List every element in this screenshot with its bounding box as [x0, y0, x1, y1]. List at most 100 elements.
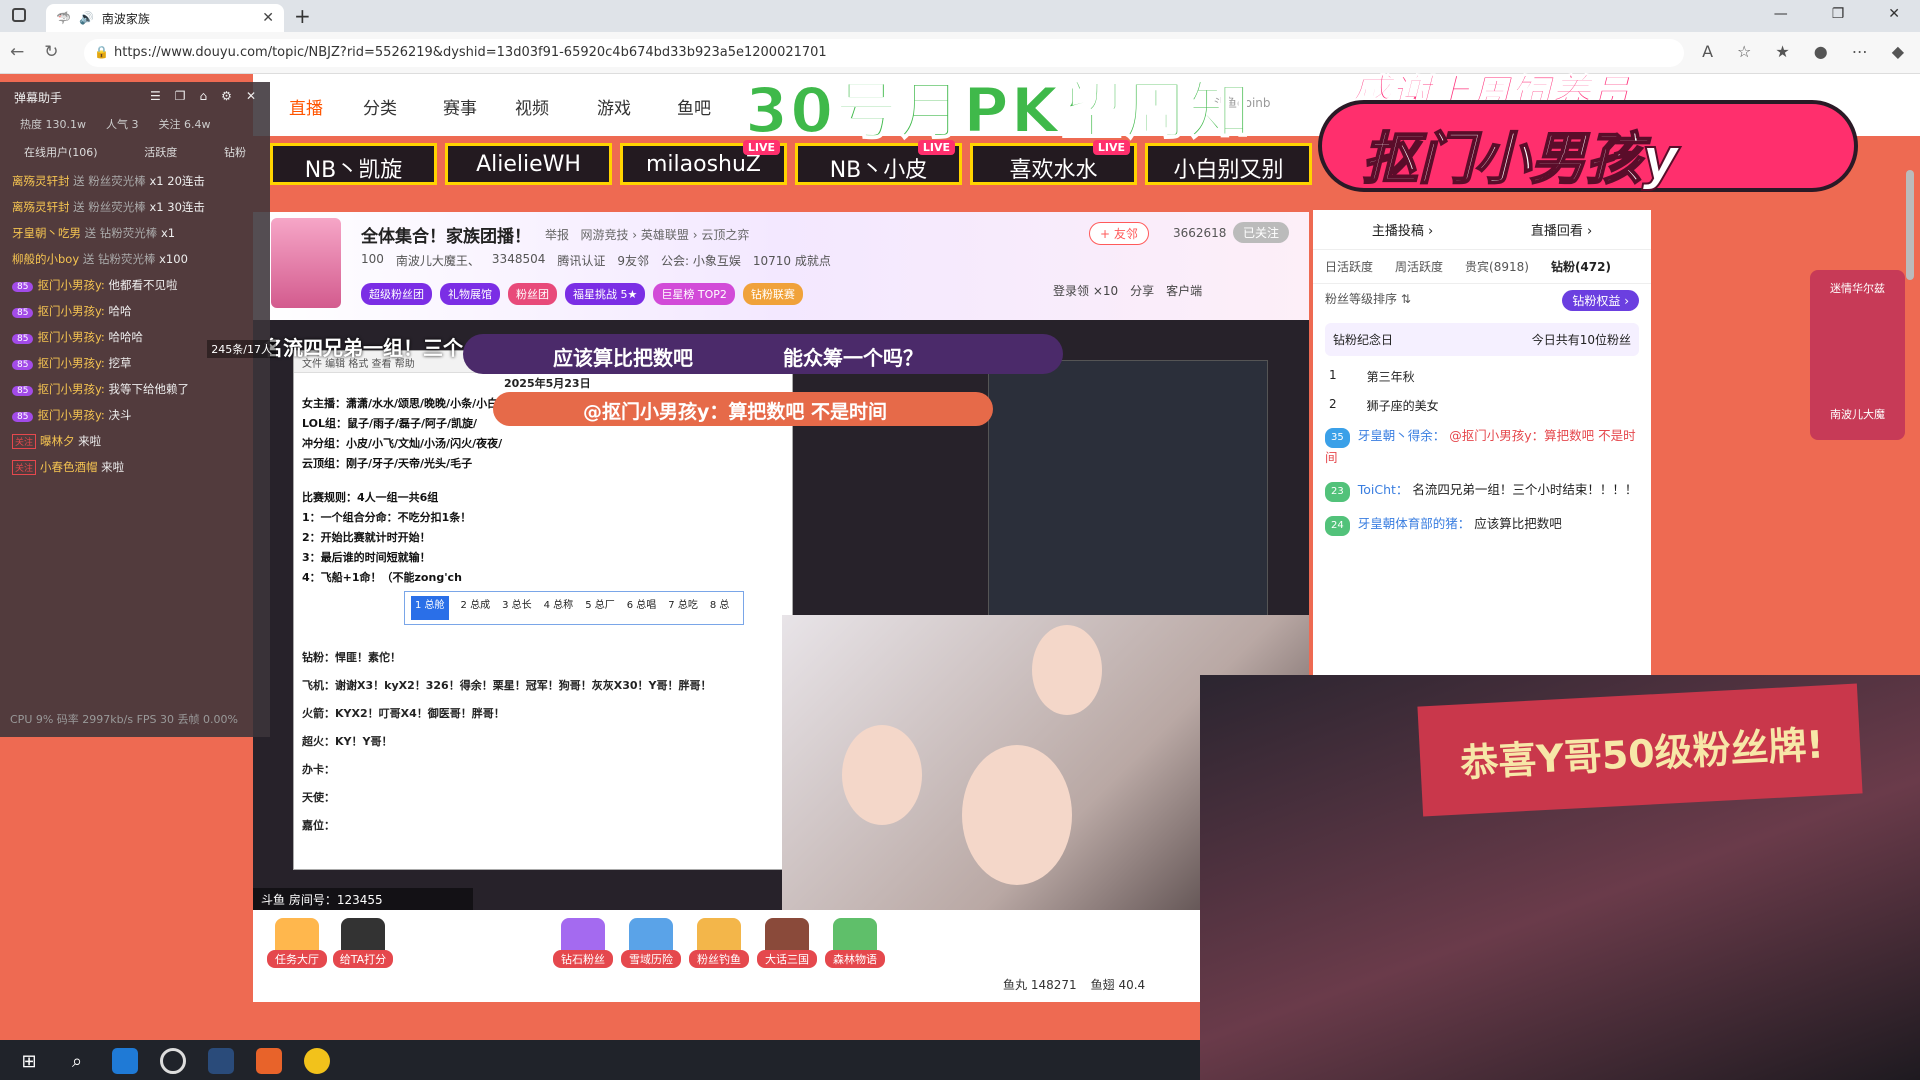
- streamer-tab[interactable]: 喜欢水水 LIVE: [970, 140, 1137, 185]
- followed-button[interactable]: 已关注: [1233, 222, 1290, 243]
- anchor-submission-tab[interactable]: 主播投稿 ›: [1372, 220, 1433, 239]
- workspaces-icon[interactable]: [12, 8, 26, 22]
- nav-video[interactable]: 视频: [515, 94, 549, 119]
- achievement-points[interactable]: 10710 成就点: [753, 252, 831, 269]
- nav-game[interactable]: 游戏: [597, 94, 631, 119]
- diamond-league-badge[interactable]: 钻粉联赛: [742, 283, 803, 305]
- chat-content: 哈哈哈: [108, 330, 143, 344]
- favorites-icon[interactable]: ★: [1775, 42, 1789, 61]
- user-level: 35: [1325, 428, 1350, 448]
- doc-date: 2025年5月23日: [504, 377, 591, 390]
- nav-category[interactable]: 分类: [363, 94, 397, 119]
- lock-icon[interactable]: ⌂: [200, 89, 208, 105]
- guest-face: [1032, 625, 1102, 715]
- side-event-badge[interactable]: 迷情华尔兹 南波儿大魔: [1810, 270, 1905, 440]
- sort-row: 粉丝等级排序 ⇅ 钻粉权益 ›: [1313, 284, 1651, 317]
- video-player[interactable]: 文件 编辑 格式 查看 帮助 2025年5月23日 女主播：潇潇/水水/颂思/晚…: [253, 320, 1309, 910]
- chat-line: 85 抠门小男孩y: 他都看不见啦: [0, 272, 270, 298]
- tab-online-users[interactable]: 在线用户(106): [24, 144, 98, 160]
- share-button[interactable]: 分享: [1130, 282, 1154, 299]
- restore-button[interactable]: ❐: [1832, 6, 1845, 22]
- chat-nick[interactable]: 牙皇朝体育部的猪：: [1358, 516, 1471, 531]
- close-icon[interactable]: ✕: [246, 89, 256, 105]
- streamer-tab[interactable]: NB丶凯旋: [270, 143, 437, 185]
- report-link[interactable]: 举报: [545, 228, 569, 242]
- chrome-icon[interactable]: [304, 1048, 330, 1074]
- ime-candidate: 1 总舱: [411, 596, 449, 620]
- nav-live[interactable]: 直播: [289, 94, 323, 119]
- windows-icon[interactable]: ⊞: [16, 1048, 42, 1074]
- search-icon[interactable]: ⌕: [64, 1048, 90, 1074]
- minimize-button[interactable]: —: [1774, 6, 1788, 22]
- task-hall-button[interactable]: 任务大厅: [267, 918, 327, 968]
- rank-row[interactable]: 1 第三年秋: [1313, 362, 1651, 391]
- gift-item[interactable]: 粉丝钓鱼: [689, 918, 749, 968]
- chat-content: 挖草: [108, 356, 132, 370]
- more-icon[interactable]: ⋯: [1852, 42, 1868, 61]
- guest-face: [842, 725, 922, 825]
- new-tab-button[interactable]: +: [294, 4, 311, 28]
- add-friend-button[interactable]: + 友邻: [1089, 222, 1149, 245]
- rank-row[interactable]: 2 狮子座的美女: [1313, 391, 1651, 420]
- nav-yuba[interactable]: 鱼吧: [677, 94, 711, 119]
- doc-reward: 天使：: [302, 791, 335, 804]
- favorite-star-icon[interactable]: ☆: [1737, 42, 1751, 61]
- speaker-icon[interactable]: 🔊: [79, 11, 94, 25]
- gift-item[interactable]: 森林物语: [825, 918, 885, 968]
- gift-item[interactable]: 雪域历险: [621, 918, 681, 968]
- tab-daily[interactable]: 日活跃度: [1325, 258, 1373, 275]
- replay-tab[interactable]: 直播回看 ›: [1531, 220, 1592, 239]
- profile-icon[interactable]: ●: [1814, 42, 1828, 61]
- obs-icon[interactable]: [160, 1048, 186, 1074]
- rate-button[interactable]: 给TA打分: [333, 918, 393, 968]
- browser-tab[interactable]: 🦈 🔊 南波家族 ✕: [46, 4, 284, 32]
- edge-icon[interactable]: [112, 1048, 138, 1074]
- star-rank-badge[interactable]: 巨星榜 TOP2: [653, 283, 735, 305]
- lucky-star-badge[interactable]: 福星挑战 5★: [565, 283, 646, 305]
- filter-icon[interactable]: ☰: [150, 89, 161, 105]
- streamer-tab[interactable]: 小白别又别: [1145, 143, 1312, 185]
- gift-gallery-badge[interactable]: 礼物展馆: [440, 283, 500, 305]
- sort-toggle[interactable]: 粉丝等级排序 ⇅: [1325, 290, 1411, 311]
- guild-name[interactable]: 公会: 小象互娱: [661, 252, 741, 269]
- browser-toolbar-icons: A ☆ ★ ● ⋯ ◆: [1702, 42, 1904, 61]
- chat-user: 抠门小男孩y:: [37, 356, 105, 370]
- refresh-icon[interactable]: ↻: [44, 42, 58, 62]
- nav-events[interactable]: 赛事: [443, 94, 477, 119]
- friends-count[interactable]: 9友邻: [617, 252, 649, 269]
- douyu-icon[interactable]: [256, 1048, 282, 1074]
- streamer-tab[interactable]: NB丶小皮 LIVE: [795, 140, 962, 185]
- tab-close-icon[interactable]: ✕: [262, 10, 274, 26]
- close-window-button[interactable]: ✕: [1888, 6, 1900, 22]
- read-aloud-icon[interactable]: A: [1702, 42, 1713, 61]
- tab-weekly[interactable]: 周活跃度: [1395, 258, 1443, 275]
- chat-nick[interactable]: ToiCht：: [1358, 482, 1409, 497]
- anchor-name[interactable]: 南波儿大魔王、: [396, 252, 480, 269]
- app-icon[interactable]: [208, 1048, 234, 1074]
- tab-diamond-fans[interactable]: 钻粉(472): [1551, 258, 1611, 275]
- back-icon[interactable]: ←: [10, 42, 24, 62]
- super-fan-badge[interactable]: 超级粉丝团: [361, 283, 432, 305]
- settings-icon[interactable]: ⚙: [221, 89, 232, 105]
- anchor-avatar[interactable]: [271, 218, 341, 308]
- streamer-name: 喜欢水水: [1009, 158, 1098, 183]
- gift-item[interactable]: 钻石粉丝: [553, 918, 613, 968]
- fan-club-badge[interactable]: 粉丝团: [508, 283, 557, 305]
- gift-item[interactable]: 大话三国: [757, 918, 817, 968]
- diamond-rights-button[interactable]: 钻粉权益 ›: [1562, 290, 1639, 311]
- streamer-name: 小白别又别: [1173, 158, 1284, 183]
- login-reward-button[interactable]: 登录领 ×10: [1053, 282, 1118, 299]
- tab-activity[interactable]: 活跃度: [144, 144, 177, 160]
- chat-nick[interactable]: 牙皇朝丶得余：: [1358, 428, 1446, 443]
- streamer-tab[interactable]: milaoshuZ LIVE: [620, 140, 787, 185]
- category-breadcrumb[interactable]: 网游竞技 › 英雄联盟 › 云顶之弈: [580, 228, 749, 242]
- copy-icon[interactable]: ❐: [175, 89, 186, 105]
- copilot-icon[interactable]: ◆: [1892, 42, 1904, 61]
- rank-number: 2: [1329, 397, 1337, 411]
- page-scrollbar[interactable]: [1906, 170, 1914, 280]
- client-button[interactable]: 客户端: [1166, 282, 1202, 299]
- lock-icon[interactable]: 🔒: [94, 45, 109, 59]
- tab-diamond[interactable]: 钻粉: [224, 144, 246, 160]
- tab-vip[interactable]: 贵宾(8918): [1465, 258, 1529, 275]
- streamer-tab[interactable]: AlielieWH: [445, 143, 612, 185]
